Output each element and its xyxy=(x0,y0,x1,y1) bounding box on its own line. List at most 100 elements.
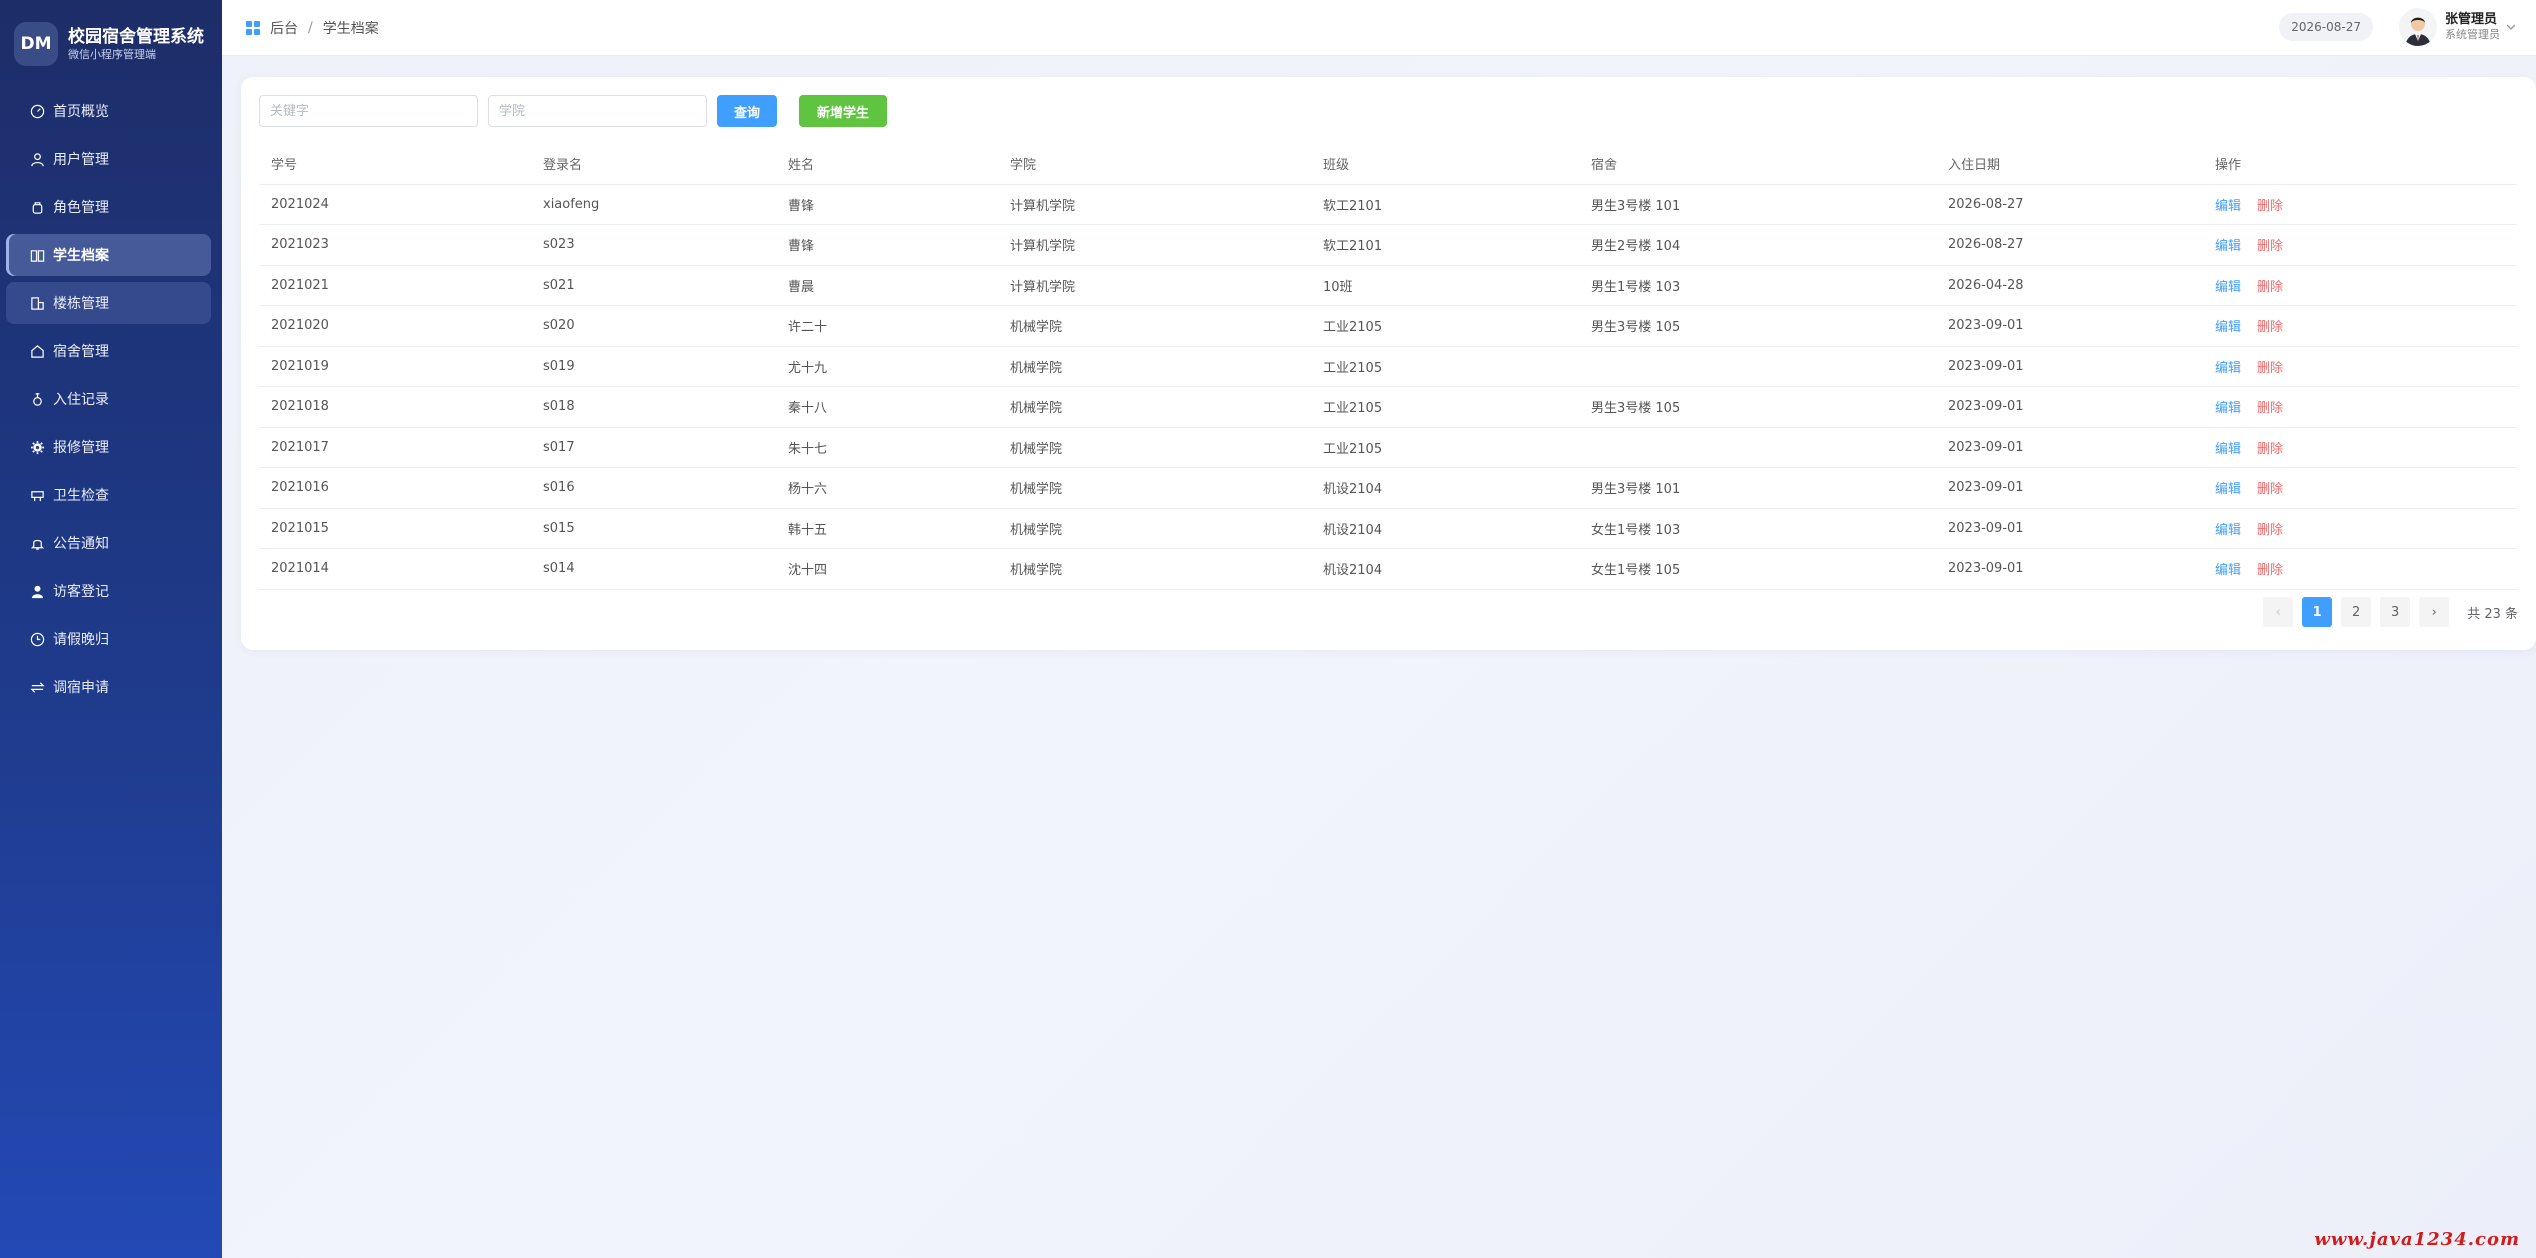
column-header: 操作 xyxy=(2203,144,2517,185)
sidebar-item-label: 卫生检查 xyxy=(53,488,109,504)
table-cell: 2023-09-01 xyxy=(1936,548,2203,590)
sidebar-item-7[interactable]: 报修管理 xyxy=(6,426,211,468)
sidebar-item-6[interactable]: 入住记录 xyxy=(6,378,211,420)
sidebar-item-9[interactable]: 公告通知 xyxy=(6,522,211,564)
edit-link[interactable]: 编辑 xyxy=(2215,199,2241,214)
table-cell: 工业2105 xyxy=(1311,427,1579,468)
sidebar-item-2[interactable]: 角色管理 xyxy=(6,186,211,228)
edit-link[interactable]: 编辑 xyxy=(2215,563,2241,578)
table-cell: 机设2104 xyxy=(1311,467,1579,509)
sidebar-item-0[interactable]: 首页概览 xyxy=(6,90,211,132)
edit-link[interactable]: 编辑 xyxy=(2215,442,2241,457)
table-row: 2021014 s014 沈十四 机械学院 机设2104 女生1号楼 105 2023-09… xyxy=(259,548,2517,590)
brand-logo: DM xyxy=(14,22,58,66)
edit-link[interactable]: 编辑 xyxy=(2215,401,2241,416)
table-row: 2021016 s016 杨十六 机械学院 机设2104 男生3号楼 101 2023-09… xyxy=(259,467,2517,509)
table-row: 2021018 s018 秦十八 机械学院 工业2105 男生3号楼 105 2023-09… xyxy=(259,386,2517,428)
table-cell: 秦十八 xyxy=(776,386,998,428)
sidebar-item-5[interactable]: 宿舍管理 xyxy=(6,330,211,372)
next-page-button[interactable]: › xyxy=(2419,597,2450,627)
query-button[interactable]: 查询 xyxy=(717,95,777,127)
table-cell: 2021014 xyxy=(259,548,531,590)
chevron-down-icon[interactable] xyxy=(2506,22,2516,32)
sidebar-item-label: 首页概览 xyxy=(53,104,109,120)
table-cell: 软工2101 xyxy=(1311,224,1579,266)
sidebar-item-label: 学生档案 xyxy=(53,248,109,264)
table-cell: 机械学院 xyxy=(998,467,1311,509)
actions-cell: 编辑 删除 xyxy=(2203,184,2517,225)
table-cell: 2021016 xyxy=(259,467,531,509)
sidebar-item-10[interactable]: 访客登记 xyxy=(6,570,211,612)
delete-link[interactable]: 删除 xyxy=(2257,482,2283,497)
table-cell: 2023-09-01 xyxy=(1936,346,2203,387)
date-badge: 2026-08-27 xyxy=(2279,13,2373,41)
sidebar-item-1[interactable]: 用户管理 xyxy=(6,138,211,180)
page-button[interactable]: 3 xyxy=(2380,597,2411,627)
table-row: 2021023 s023 曹锋 计算机学院 软工2101 男生2号楼 104 2026-08… xyxy=(259,224,2517,266)
breadcrumb: 后台 / 学生档案 xyxy=(246,18,379,38)
sidebar-item-label: 访客登记 xyxy=(53,584,109,600)
edit-link[interactable]: 编辑 xyxy=(2215,320,2241,335)
sidebar-item-11[interactable]: 请假晚归 xyxy=(6,618,211,660)
table-cell: 2021017 xyxy=(259,427,531,468)
page-button[interactable]: 1 xyxy=(2302,597,2333,627)
sidebar-item-12[interactable]: 调宿申请 xyxy=(6,666,211,708)
grid-icon xyxy=(246,21,260,35)
delete-link[interactable]: 删除 xyxy=(2257,563,2283,578)
student-records-card: 查询 新增学生 学号登录名姓名学院班级宿舍入住日期操作 2021024xiaof… xyxy=(241,77,2536,650)
column-header: 登录名 xyxy=(531,144,776,185)
sidebar-item-8[interactable]: 卫生检查 xyxy=(6,474,211,516)
table-cell: 尤十九 xyxy=(776,346,998,387)
sidebar-item-3[interactable]: 学生档案 xyxy=(6,234,211,276)
table-cell: 2021015 xyxy=(259,508,531,549)
delete-link[interactable]: 删除 xyxy=(2257,401,2283,416)
column-header: 班级 xyxy=(1311,144,1579,185)
prev-page-button[interactable]: ‹ xyxy=(2263,597,2294,627)
total-count: 共 23 条 xyxy=(2467,606,2518,622)
book-icon xyxy=(29,247,46,264)
college-input[interactable] xyxy=(488,95,707,127)
delete-link[interactable]: 删除 xyxy=(2257,442,2283,457)
delete-link[interactable]: 删除 xyxy=(2257,523,2283,538)
delete-link[interactable]: 删除 xyxy=(2257,320,2283,335)
table-cell: 2023-09-01 xyxy=(1936,386,2203,428)
table-cell: 2023-09-01 xyxy=(1936,427,2203,468)
table-cell: 机械学院 xyxy=(998,508,1311,549)
table-cell: 2023-09-01 xyxy=(1936,467,2203,509)
page-button[interactable]: 2 xyxy=(2341,597,2372,627)
breadcrumb-root[interactable]: 后台 xyxy=(270,18,298,38)
actions-cell: 编辑 删除 xyxy=(2203,305,2517,347)
table-cell: xiaofeng xyxy=(531,184,776,225)
edit-link[interactable]: 编辑 xyxy=(2215,239,2241,254)
table-cell: 2023-09-01 xyxy=(1936,305,2203,347)
edit-link[interactable]: 编辑 xyxy=(2215,523,2241,538)
brand-subtitle: 微信小程序管理端 xyxy=(68,47,156,61)
table-cell: 男生1号楼 103 xyxy=(1579,265,1936,306)
delete-link[interactable]: 删除 xyxy=(2257,280,2283,295)
keyword-input[interactable] xyxy=(259,95,478,127)
actions-cell: 编辑 删除 xyxy=(2203,265,2517,306)
breadcrumb-separator: / xyxy=(308,20,313,36)
delete-link[interactable]: 删除 xyxy=(2257,361,2283,376)
delete-link[interactable]: 删除 xyxy=(2257,239,2283,254)
sidebar-item-label: 宿舍管理 xyxy=(53,344,109,360)
top-header: 后台 / 学生档案 2026-08-27 张管理员 系统管理员 xyxy=(222,0,2536,56)
actions-cell: 编辑 删除 xyxy=(2203,508,2517,549)
column-header: 学院 xyxy=(998,144,1311,185)
add-student-button[interactable]: 新增学生 xyxy=(799,95,887,127)
edit-link[interactable]: 编辑 xyxy=(2215,482,2241,497)
delete-link[interactable]: 删除 xyxy=(2257,199,2283,214)
breadcrumb-current: 学生档案 xyxy=(322,21,379,37)
table-cell: 2021020 xyxy=(259,305,531,347)
table-cell: 曹锋 xyxy=(776,184,998,225)
table-cell: 2021024 xyxy=(259,184,531,225)
table-row: 2021015 s015 韩十五 机械学院 机设2104 女生1号楼 103 2023-09… xyxy=(259,508,2517,549)
edit-link[interactable]: 编辑 xyxy=(2215,280,2241,295)
avatar xyxy=(2399,8,2437,46)
actions-cell: 编辑 删除 xyxy=(2203,346,2517,387)
table-cell: 韩十五 xyxy=(776,508,998,549)
table-cell: 软工2101 xyxy=(1311,184,1579,225)
sidebar-item-4[interactable]: 楼栋管理 xyxy=(6,282,211,324)
edit-link[interactable]: 编辑 xyxy=(2215,361,2241,376)
user-menu[interactable]: 张管理员 系统管理员 xyxy=(2399,8,2516,46)
